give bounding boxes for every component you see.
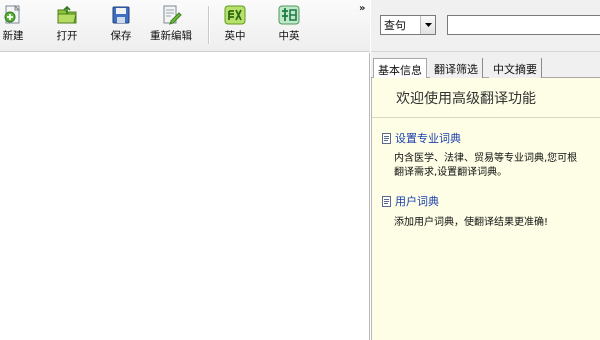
new-file-icon (4, 4, 21, 24)
section-professional-dictionary-title: 设置专业词典 (395, 132, 461, 145)
search-input[interactable] (447, 15, 600, 35)
en-zh-button[interactable]: 英中 (224, 4, 246, 48)
toolbar-separator (208, 6, 209, 44)
section-user-dictionary-body: 添加用户词典，使翻译结果更准确! (394, 216, 599, 230)
new-button[interactable]: 新建 (2, 4, 24, 48)
section-body-line: 翻译需求,设置翻译词典。 (394, 167, 508, 178)
edit-document-icon (163, 5, 182, 25)
en-zh-button-label: 英中 (224, 30, 246, 42)
section-user-dictionary-title: 用户词典 (395, 195, 439, 208)
section-body-line: 内含医学、法律、贸易等专业词典,您可根 (394, 153, 578, 164)
search-bar: 查句 (371, 0, 600, 52)
open-folder-icon (57, 5, 77, 24)
section-professional-dictionary-link[interactable]: 设置专业词典 (381, 130, 461, 146)
welcome-header: 欢迎使用高级翻译功能 (372, 78, 600, 118)
tab-basic-info[interactable]: 基本信息 (373, 58, 427, 79)
info-side-panel: 查句 基本信息 翻译筛选 中文摘要 欢迎使用高级翻译功能 设置专业词典 内含医学… (371, 0, 600, 340)
save-button[interactable]: 保存 (110, 4, 132, 48)
toolbar-overflow-chevron-icon[interactable]: » (359, 3, 365, 14)
document-bullet-icon (382, 195, 391, 207)
save-button-label: 保存 (110, 30, 132, 42)
document-bullet-icon (382, 132, 391, 144)
chevron-down-icon[interactable] (420, 16, 435, 34)
search-mode-select[interactable]: 查句 (380, 15, 436, 35)
translate-en-zh-icon (224, 5, 246, 25)
tab-content-basic-info: 欢迎使用高级翻译功能 设置专业词典 内含医学、法律、贸易等专业词典,您可根 翻译… (371, 78, 600, 340)
welcome-title: 欢迎使用高级翻译功能 (396, 91, 536, 107)
open-button[interactable]: 打开 (56, 4, 78, 48)
main-toolbar: 新建 打开 保存 重新编辑 英中 中英 » (0, 0, 370, 52)
zh-en-button[interactable]: 中英 (278, 4, 300, 48)
re-edit-button-label: 重新编辑 (150, 30, 192, 42)
zh-en-button-label: 中英 (278, 30, 300, 42)
panel-tabs: 基本信息 翻译筛选 中文摘要 (371, 58, 600, 79)
translator-app-window: 新建 打开 保存 重新编辑 英中 中英 » 查句 基本信息 翻译筛选 中文摘要 … (0, 0, 600, 340)
section-professional-dictionary-body: 内含医学、法律、贸易等专业词典,您可根 翻译需求,设置翻译词典。 (394, 152, 599, 180)
section-body-line: 添加用户词典，使翻译结果更准确! (394, 217, 549, 228)
open-button-label: 打开 (56, 30, 78, 42)
tab-chinese-abstract[interactable]: 中文摘要 (489, 58, 542, 78)
search-mode-value: 查句 (384, 19, 406, 32)
section-user-dictionary-link[interactable]: 用户词典 (381, 193, 439, 209)
tab-translation-filter[interactable]: 翻译筛选 (430, 58, 483, 78)
new-button-label: 新建 (2, 30, 24, 42)
re-edit-button[interactable]: 重新编辑 (150, 4, 192, 48)
translation-workspace[interactable] (0, 53, 370, 340)
save-disk-icon (112, 6, 130, 24)
translate-zh-en-icon (278, 5, 300, 25)
